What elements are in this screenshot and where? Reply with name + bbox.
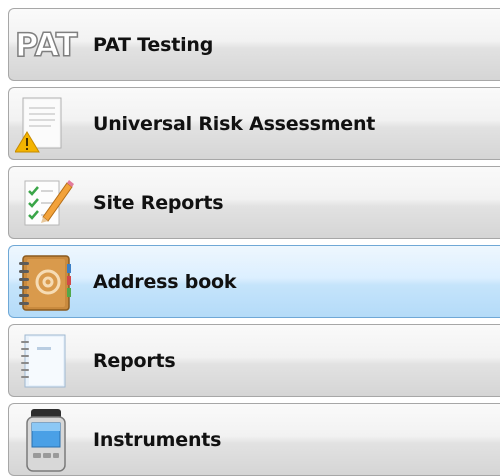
risk-document-warning-icon	[15, 94, 79, 154]
nav-item-pat-testing[interactable]: PAT PAT Testing	[8, 8, 500, 81]
nav-item-universal-risk-assessment[interactable]: Universal Risk Assessment	[8, 87, 500, 160]
nav-item-label: PAT Testing	[93, 33, 214, 56]
handheld-instrument-icon	[15, 408, 79, 472]
navigation-menu: PAT PAT Testing Universal Risk Assessmen…	[8, 8, 500, 476]
nav-item-label: Instruments	[93, 428, 222, 451]
pat-logo-text: PAT	[14, 25, 78, 64]
notebook-icon	[15, 331, 79, 391]
address-book-icon	[15, 252, 79, 312]
nav-item-site-reports[interactable]: Site Reports	[8, 166, 500, 239]
nav-item-instruments[interactable]: Instruments	[8, 403, 500, 476]
nav-item-label: Address book	[93, 270, 237, 293]
nav-item-label: Site Reports	[93, 191, 224, 214]
pat-logo-icon: PAT	[14, 15, 79, 75]
nav-item-label: Universal Risk Assessment	[93, 112, 376, 135]
nav-item-label: Reports	[93, 349, 176, 372]
nav-item-address-book[interactable]: Address book	[8, 245, 500, 318]
nav-item-reports[interactable]: Reports	[8, 324, 500, 397]
checklist-pencil-icon	[15, 173, 79, 233]
